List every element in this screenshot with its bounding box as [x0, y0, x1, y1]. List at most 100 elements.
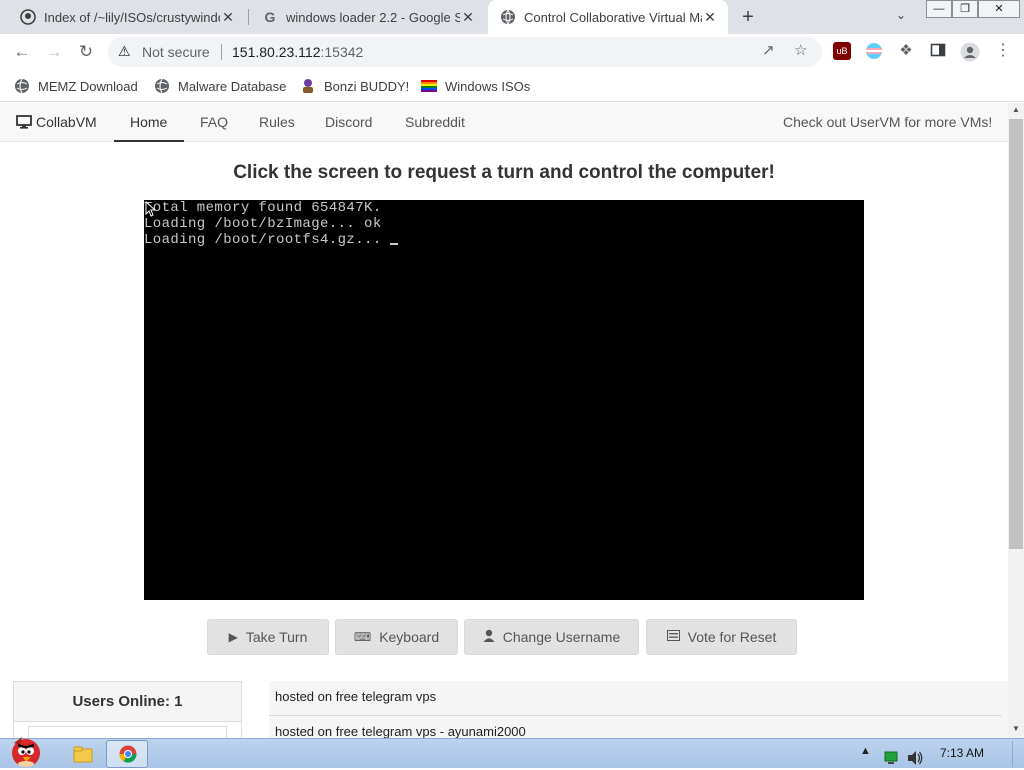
tab-title: windows loader 2.2 - Google Search: [286, 9, 460, 25]
users-online-panel: Users Online: 1: [13, 681, 242, 738]
keyboard-icon: ⌨: [353, 630, 372, 644]
brand-name: CollabVM: [36, 114, 97, 130]
keyboard-button[interactable]: ⌨ Keyboard: [335, 619, 458, 655]
nav-home[interactable]: Home: [130, 103, 167, 142]
globe-icon: [15, 78, 29, 94]
close-tab-icon[interactable]: ✕: [220, 9, 236, 26]
tab-index-of-isos[interactable]: Index of /~lily/ISOs/crustywindows ✕: [8, 0, 246, 34]
svg-text:G: G: [265, 9, 276, 25]
tab-strip: Index of /~lily/ISOs/crustywindows ✕ G w…: [0, 0, 1024, 34]
new-tab-button[interactable]: +: [737, 4, 759, 30]
nav-subreddit[interactable]: Subreddit: [405, 103, 465, 142]
play-icon: ▶: [228, 630, 238, 644]
bookmarks-bar: MEMZ Download Malware Database Bonzi BUD…: [0, 70, 1024, 102]
url-host: 151.80.23.112: [232, 44, 321, 60]
nav-discord[interactable]: Discord: [325, 103, 372, 142]
nav-faq[interactable]: FAQ: [200, 103, 228, 142]
users-online-heading: Users Online: 1: [14, 682, 241, 722]
show-desktop-button[interactable]: [1012, 741, 1022, 767]
bookmark-label: Bonzi BUDDY!: [324, 78, 410, 94]
tab-search-chevron-icon[interactable]: ⌄: [896, 8, 906, 22]
side-panel-icon[interactable]: [929, 42, 947, 60]
chrome-taskbar-button[interactable]: [106, 740, 148, 768]
google-icon: G: [265, 9, 276, 25]
bookmark-star-icon[interactable]: ☆: [794, 41, 807, 59]
globe-icon: [501, 9, 515, 25]
profile-avatar-icon[interactable]: [960, 42, 980, 62]
tab-title: Control Collaborative Virtual Machines: [524, 9, 702, 25]
bookmark-label: Malware Database: [178, 78, 287, 94]
page-headline: Click the screen to request a turn and c…: [233, 162, 775, 183]
tab-collabvm[interactable]: Control Collaborative Virtual Machines ✕: [488, 0, 728, 34]
url-text[interactable]: 151.80.23.112:15342: [232, 44, 363, 60]
bookmark-bonzi-buddy[interactable]: Bonzi BUDDY!: [300, 76, 409, 96]
minimize-button[interactable]: —: [926, 0, 952, 18]
scrollbar-thumb[interactable]: [1009, 119, 1023, 549]
trans-flag-extension-icon[interactable]: [865, 42, 883, 60]
taskbar: ▲ 7:13 AM: [0, 737, 1024, 770]
globe-icon: [155, 78, 169, 94]
taskbar-clock[interactable]: 7:13 AM: [940, 746, 984, 760]
button-label: Keyboard: [379, 629, 440, 645]
user-icon: [483, 629, 495, 645]
reload-icon[interactable]: ↻: [74, 40, 98, 64]
take-turn-button[interactable]: ▶ Take Turn: [207, 619, 329, 655]
security-label[interactable]: Not secure: [142, 44, 210, 60]
change-username-button[interactable]: Change Username: [464, 619, 639, 655]
chat-message: hosted on free telegram vps: [275, 689, 437, 704]
monitor-icon: [16, 115, 32, 129]
scroll-down-arrow-icon[interactable]: ▼: [1008, 722, 1024, 736]
uservm-promo-link[interactable]: Check out UserVM for more VMs!: [783, 103, 992, 142]
page-content: CollabVM Home FAQ Rules Discord Subreddi…: [0, 103, 1008, 738]
bookmark-memz-download[interactable]: MEMZ Download: [14, 76, 138, 96]
chat-panel: hosted on free telegram vps hosted on fr…: [269, 681, 1008, 738]
terminal-line: Loading /boot/bzImage... ok: [144, 216, 382, 232]
network-icon[interactable]: [882, 746, 900, 770]
page-scrollbar[interactable]: ▲ ▼: [1008, 103, 1024, 738]
nav-rules[interactable]: Rules: [259, 103, 295, 142]
close-window-button[interactable]: ✕: [978, 0, 1020, 18]
site-navbar: CollabVM Home FAQ Rules Discord Subreddi…: [0, 103, 1008, 142]
button-label: Vote for Reset: [687, 629, 777, 645]
extensions-puzzle-icon[interactable]: ❖: [897, 42, 915, 60]
button-label: Take Turn: [245, 629, 308, 645]
scroll-up-arrow-icon[interactable]: ▲: [1008, 103, 1024, 117]
terminal-line-with-cursor: Loading /boot/rootfs4.gz...: [144, 232, 399, 248]
address-bar[interactable]: ⚠ Not secure 151.80.23.112:15342: [108, 37, 822, 67]
tab-google-search[interactable]: G windows loader 2.2 - Google Search ✕: [250, 0, 486, 34]
github-icon: [20, 9, 36, 25]
chat-message: hosted on free telegram vps - ayunami200…: [275, 724, 526, 738]
bookmark-malware-database[interactable]: Malware Database: [154, 76, 286, 96]
close-tab-icon[interactable]: ✕: [460, 9, 476, 26]
bookmark-windows-isos[interactable]: Windows ISOs: [421, 76, 530, 96]
explorer-folder-icon[interactable]: [72, 742, 94, 766]
forward-arrow-icon[interactable]: →: [42, 40, 66, 64]
show-hidden-icons-chevron-icon[interactable]: ▲: [860, 745, 871, 769]
browser-toolbar: ← → ↻ ⚠ Not secure 151.80.23.112:15342 ↗…: [0, 34, 1024, 70]
maximize-button[interactable]: ❐: [952, 0, 978, 18]
ublock-origin-icon[interactable]: uB: [833, 42, 851, 60]
share-icon[interactable]: ↗: [762, 41, 775, 59]
vote-for-reset-button[interactable]: Vote for Reset: [646, 619, 797, 655]
button-label: Change Username: [502, 629, 621, 645]
url-port: :15342: [320, 44, 364, 60]
bookmark-label: Windows ISOs: [445, 78, 531, 94]
user-list-row[interactable]: [28, 726, 227, 738]
back-arrow-icon[interactable]: ←: [10, 40, 34, 64]
volume-icon[interactable]: [906, 746, 924, 770]
brand-link[interactable]: CollabVM: [16, 103, 97, 142]
bonzi-icon: [303, 79, 313, 93]
terminal-line: Total memory found 654847K.: [144, 200, 382, 216]
rainbow-flag-icon: [421, 80, 437, 92]
divider: [221, 44, 222, 60]
text-cursor: [390, 243, 399, 245]
tab-title: Index of /~lily/ISOs/crustywindows: [44, 9, 220, 25]
mouse-pointer-icon: [145, 201, 155, 217]
angry-bird-start-icon[interactable]: [4, 733, 48, 769]
chat-divider: [269, 715, 1002, 716]
warning-icon: ⚠: [118, 43, 131, 59]
active-nav-underline: [114, 140, 184, 142]
close-tab-icon[interactable]: ✕: [702, 9, 718, 26]
menu-kebab-icon[interactable]: ⋮: [994, 42, 1012, 60]
vm-screen[interactable]: Total memory found 654847K. Loading /boo…: [144, 200, 864, 600]
